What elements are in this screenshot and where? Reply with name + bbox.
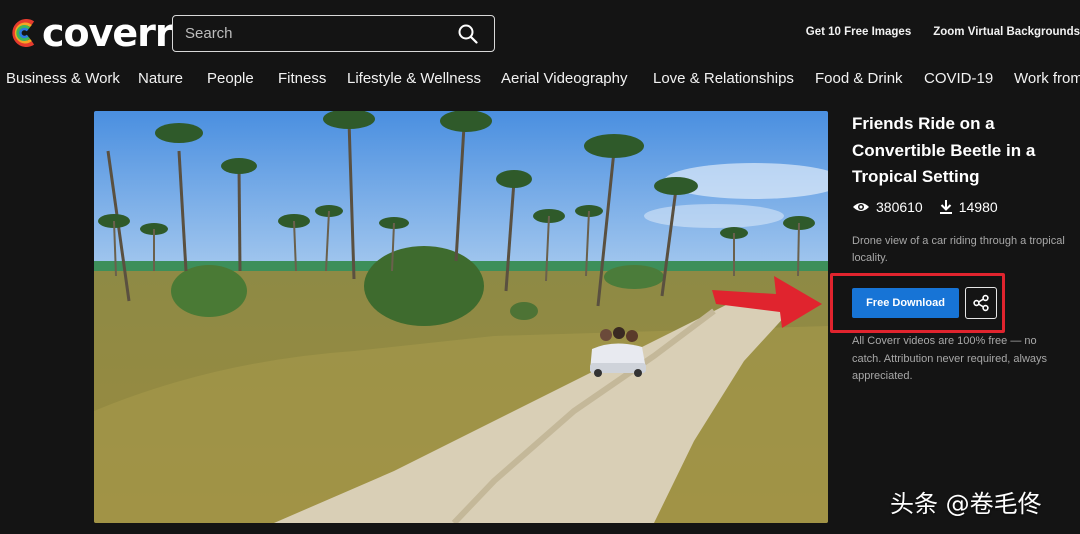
search-box[interactable] — [172, 15, 495, 52]
video-title: Friends Ride on a Convertible Beetle in … — [852, 114, 1036, 186]
views-count: 380610 — [876, 198, 923, 215]
top-links: Get 10 Free Images Zoom Virtual Backgrou… — [784, 26, 1080, 38]
free-usage-note: All Coverr videos are 100% free — no cat… — [852, 335, 1048, 382]
category-work-from-home[interactable]: Work from Home — [1014, 70, 1080, 87]
downloads-stat: 14980 — [939, 199, 998, 215]
zoom-backgrounds-link[interactable]: Zoom Virtual Backgrounds — [933, 26, 1080, 38]
category-lifestyle-wellness[interactable]: Lifestyle & Wellness — [347, 70, 481, 87]
eye-icon — [853, 202, 869, 211]
category-love-relationships[interactable]: Love & Relationships — [653, 70, 794, 87]
video-details: Friends Ride on a Convertible Beetle in … — [852, 111, 1080, 268]
category-nature[interactable]: Nature — [138, 70, 183, 87]
logo-text: coverr — [42, 11, 174, 55]
category-business-work[interactable]: Business & Work — [6, 70, 120, 87]
coverr-logo[interactable]: coverr — [6, 11, 174, 55]
category-people[interactable]: People — [207, 70, 254, 87]
red-arrow-annotation — [712, 276, 822, 328]
search-input[interactable] — [173, 16, 453, 51]
search-icon[interactable] — [458, 24, 478, 44]
download-actions-highlight: Free Download — [830, 273, 1005, 333]
video-description: Drone view of a car riding through a tro… — [852, 234, 1065, 265]
category-nav: Business & Work Nature People Fitness Li… — [0, 70, 1080, 92]
category-fitness[interactable]: Fitness — [278, 70, 326, 87]
downloads-count: 14980 — [958, 198, 998, 215]
free-download-button[interactable]: Free Download — [852, 288, 959, 318]
download-icon — [939, 200, 952, 214]
share-button[interactable] — [965, 287, 997, 319]
watermark-text: 头条 @卷毛佟 — [890, 490, 1042, 518]
rainbow-logo-icon — [12, 19, 35, 47]
site-header: coverr Get 10 Free Images Zoom Virtual B… — [0, 0, 1080, 66]
category-covid-19[interactable]: COVID-19 — [924, 70, 993, 87]
share-icon — [973, 294, 989, 312]
category-aerial-videography[interactable]: Aerial Videography — [501, 70, 627, 87]
category-food-drink[interactable]: Food & Drink — [815, 70, 903, 87]
views-stat: 380610 — [852, 199, 923, 215]
video-stats: 380610 14980 — [852, 197, 1080, 217]
free-images-link[interactable]: Get 10 Free Images — [806, 26, 911, 38]
